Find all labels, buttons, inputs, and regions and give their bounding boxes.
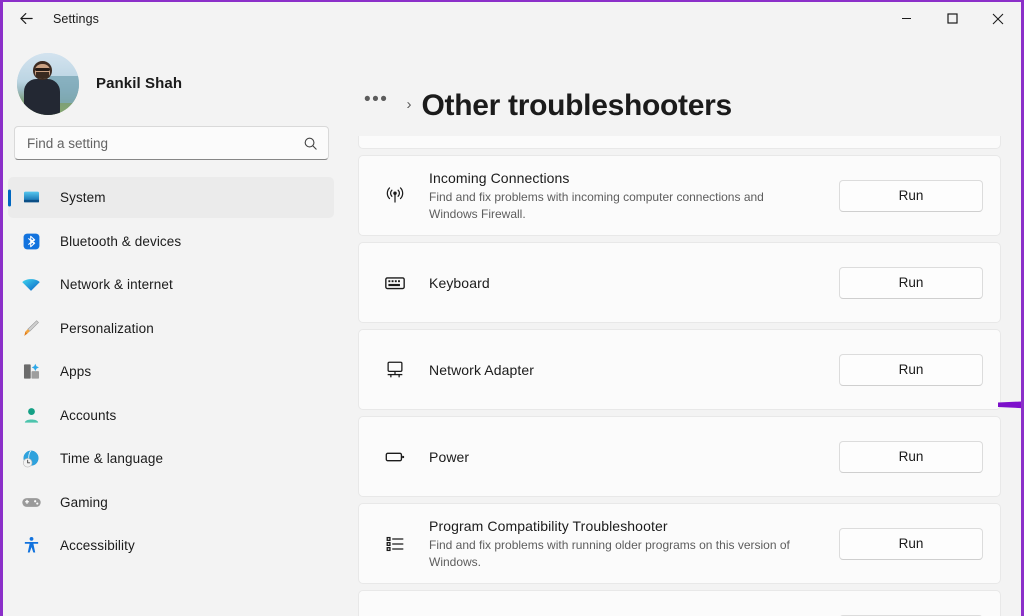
sidebar: Pankil Shah — [3, 35, 340, 616]
sidebar-item-label: Bluetooth & devices — [60, 234, 181, 249]
sidebar-item-time-language[interactable]: Time & language — [8, 438, 334, 479]
sidebar-item-label: Accounts — [60, 408, 116, 423]
keyboard-icon — [378, 272, 412, 294]
run-button[interactable]: Run — [839, 528, 983, 560]
battery-icon — [378, 446, 412, 468]
sidebar-item-label: Time & language — [60, 451, 163, 466]
sidebar-item-label: Gaming — [60, 495, 108, 510]
troubleshooter-name: Network Adapter — [429, 360, 534, 380]
troubleshooter-row-keyboard[interactable]: Keyboard Run — [358, 242, 1001, 323]
run-button[interactable]: Run — [839, 180, 983, 212]
troubleshooter-name: Keyboard — [429, 273, 490, 293]
breadcrumb-separator: › — [406, 96, 411, 113]
sidebar-item-label: Accessibility — [60, 538, 135, 553]
run-button[interactable]: Run — [839, 267, 983, 299]
broadcast-icon — [378, 185, 412, 207]
search-box[interactable] — [14, 126, 329, 160]
sidebar-nav: System Bluetooth & devices — [3, 177, 340, 616]
wifi-icon — [20, 274, 42, 296]
title-bar: Settings — [3, 2, 1021, 35]
sidebar-item-apps[interactable]: Apps — [8, 351, 334, 392]
avatar — [17, 53, 79, 115]
list-icon — [378, 533, 412, 555]
settings-window: Settings — [0, 0, 1024, 616]
troubleshooter-name: Incoming Connections — [429, 168, 804, 188]
maximize-button[interactable] — [929, 2, 975, 35]
troubleshooter-row-power[interactable]: Power Run — [358, 416, 1001, 497]
sidebar-item-label: Personalization — [60, 321, 154, 336]
sidebar-item-label: Network & internet — [60, 277, 173, 292]
back-arrow-icon — [18, 10, 35, 27]
account-icon — [20, 404, 42, 426]
troubleshooter-name: Power — [429, 447, 469, 467]
run-button[interactable]: Run — [839, 354, 983, 386]
paintbrush-icon — [20, 317, 42, 339]
sidebar-item-network-internet[interactable]: Network & internet — [8, 264, 334, 305]
troubleshooter-description: Find and fix problems with incoming comp… — [429, 189, 804, 223]
account-name: Pankil Shah — [96, 75, 182, 92]
troubleshooter-row-camera[interactable]: Camera Run — [358, 136, 1001, 149]
breadcrumb-overflow-button[interactable]: ••• — [358, 86, 394, 113]
sidebar-item-accessibility[interactable]: Accessibility — [8, 525, 334, 566]
back-button[interactable] — [9, 4, 43, 34]
search-input[interactable] — [27, 136, 303, 151]
troubleshooter-row-next-partial[interactable] — [358, 590, 1001, 616]
sidebar-item-accounts[interactable]: Accounts — [8, 395, 334, 436]
window-body: Pankil Shah — [3, 35, 1021, 616]
page-header: ••• › Other troubleshooters — [340, 35, 1021, 136]
sidebar-item-system[interactable]: System — [8, 177, 334, 218]
gamepad-icon — [20, 491, 42, 513]
minimize-icon — [901, 13, 912, 24]
close-icon — [992, 13, 1004, 25]
search-container — [3, 119, 340, 160]
main-content: ••• › Other troubleshooters — [340, 35, 1021, 616]
troubleshooter-row-network-adapter[interactable]: Network Adapter Run — [358, 329, 1001, 410]
sidebar-item-personalization[interactable]: Personalization — [8, 308, 334, 349]
troubleshooter-row-incoming-connections[interactable]: Incoming Connections Find and fix proble… — [358, 155, 1001, 236]
clock-globe-icon — [20, 448, 42, 470]
troubleshooter-list[interactable]: Camera Run — [340, 136, 1021, 616]
system-icon — [20, 187, 42, 209]
run-button[interactable]: Run — [839, 441, 983, 473]
window-title: Settings — [53, 12, 99, 26]
window-controls — [883, 2, 1021, 35]
search-icon — [303, 136, 318, 151]
sidebar-item-label: Apps — [60, 364, 91, 379]
bluetooth-icon — [20, 230, 42, 252]
troubleshooter-description: Find and fix problems with running older… — [429, 537, 804, 571]
minimize-button[interactable] — [883, 2, 929, 35]
apps-icon — [20, 361, 42, 383]
sidebar-item-label: System — [60, 190, 106, 205]
sidebar-item-gaming[interactable]: Gaming — [8, 482, 334, 523]
sidebar-item-bluetooth-devices[interactable]: Bluetooth & devices — [8, 221, 334, 262]
close-button[interactable] — [975, 2, 1021, 35]
accessibility-icon — [20, 535, 42, 557]
account-header[interactable]: Pankil Shah — [3, 35, 340, 119]
page-title: Other troubleshooters — [421, 89, 731, 123]
troubleshooter-row-program-compatibility[interactable]: Program Compatibility Troubleshooter Fin… — [358, 503, 1001, 584]
network-adapter-icon — [378, 359, 412, 381]
maximize-icon — [947, 13, 958, 24]
troubleshooter-name: Program Compatibility Troubleshooter — [429, 516, 804, 536]
